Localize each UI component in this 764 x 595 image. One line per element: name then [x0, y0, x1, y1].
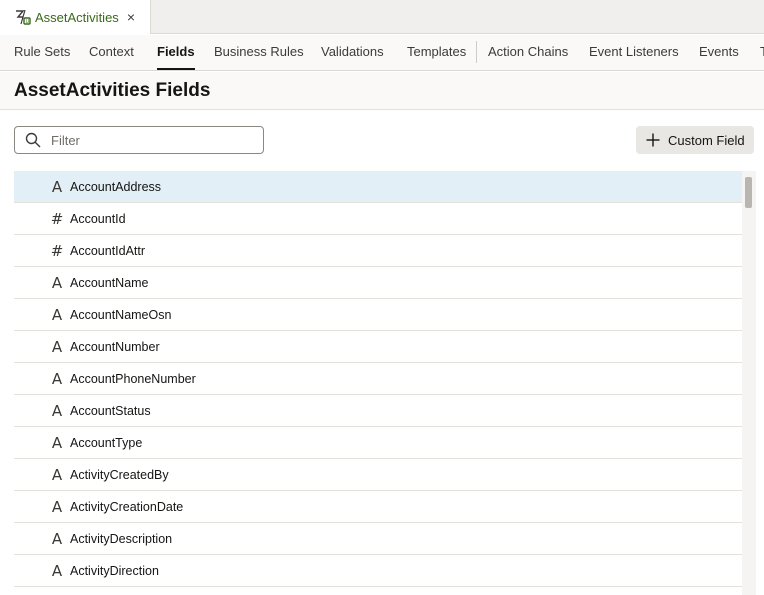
string-type-icon: A — [51, 337, 63, 356]
tab-templates[interactable]: Templates — [407, 35, 466, 70]
field-row[interactable]: A ActivityDescription — [14, 523, 742, 555]
field-name: ActivityDescription — [70, 531, 173, 546]
page-title: AssetActivities Fields — [14, 80, 211, 101]
custom-field-button[interactable]: Custom Field — [636, 126, 754, 154]
field-name: ActivityCreatedBy — [70, 467, 169, 482]
number-type-icon: # — [50, 241, 64, 260]
tab-events[interactable]: Events — [699, 35, 739, 70]
close-tab-icon[interactable]: × — [127, 10, 135, 24]
string-type-icon: A — [51, 273, 63, 292]
field-row[interactable]: A AccountAddress — [14, 171, 742, 203]
page-header: AssetActivities Fields — [0, 72, 764, 110]
filter-field[interactable] — [14, 126, 264, 154]
tab-event-listeners[interactable]: Event Listeners — [589, 35, 679, 70]
field-row[interactable]: # AccountIdAttr — [14, 235, 742, 267]
filter-input[interactable] — [51, 132, 251, 148]
tab-fields[interactable]: Fields — [157, 35, 195, 70]
field-row[interactable]: A AccountStatus — [14, 395, 742, 427]
tab-validations[interactable]: Validations — [321, 35, 384, 70]
string-type-icon: A — [51, 497, 63, 516]
tab-rule-sets[interactable]: Rule Sets — [14, 35, 70, 70]
field-row[interactable]: A AccountNameOsn — [14, 299, 742, 331]
plus-icon — [646, 133, 660, 147]
search-icon — [25, 132, 41, 148]
string-type-icon: A — [51, 369, 63, 388]
string-type-icon: A — [51, 529, 63, 548]
field-row[interactable]: A ActivityCreationDate — [14, 491, 742, 523]
fields-list: A AccountAddress # AccountId # AccountIdAtt… — [14, 171, 742, 595]
field-row[interactable]: # AccountId — [14, 203, 742, 235]
list-scrollbar[interactable] — [742, 171, 756, 595]
string-type-icon: A — [51, 465, 63, 484]
subnav-divider — [476, 41, 477, 63]
field-row[interactable]: A ActivityCreatedBy — [14, 459, 742, 491]
tab-action-chains[interactable]: Action Chains — [488, 35, 568, 70]
field-name: AccountNumber — [70, 339, 160, 354]
field-row[interactable]: A AccountName — [14, 267, 742, 299]
field-row[interactable]: A AccountPhoneNumber — [14, 363, 742, 395]
string-type-icon: A — [51, 305, 63, 324]
sub-navigation: Rule Sets Context Fields Business Rules … — [0, 35, 764, 71]
field-name: AccountName — [70, 275, 149, 290]
string-type-icon: A — [51, 433, 63, 452]
svg-text:U: U — [26, 19, 30, 25]
editor-tab-strip: U AssetActivities × — [0, 0, 764, 34]
custom-field-label: Custom Field — [668, 132, 745, 148]
field-name: AccountNameOsn — [70, 307, 172, 322]
editor-tab-label: AssetActivities — [35, 9, 119, 25]
field-name: AccountAddress — [70, 179, 162, 194]
field-row[interactable]: A ActivityDirection — [14, 555, 742, 587]
number-type-icon: # — [50, 209, 64, 228]
field-row[interactable]: A AccountType — [14, 427, 742, 459]
tab-context[interactable]: Context — [89, 35, 134, 70]
field-name: ActivityCreationDate — [70, 499, 184, 514]
field-name: AccountIdAttr — [70, 243, 146, 258]
field-name: ActivityDirection — [70, 563, 159, 578]
rules-icon: U — [16, 9, 31, 25]
field-name: AccountType — [70, 435, 143, 450]
string-type-icon: A — [51, 177, 63, 196]
field-name: AccountStatus — [70, 403, 151, 418]
editor-tab-assetactivities[interactable]: U AssetActivities × — [0, 0, 151, 34]
string-type-icon: A — [51, 561, 63, 580]
field-name: AccountId — [70, 211, 126, 226]
scrollbar-thumb[interactable] — [745, 177, 752, 208]
field-name: AccountPhoneNumber — [70, 371, 196, 386]
tab-business-rules[interactable]: Business Rules — [214, 35, 304, 70]
tab-overflow-t[interactable]: T — [760, 35, 764, 70]
field-row[interactable]: A AccountNumber — [14, 331, 742, 363]
string-type-icon: A — [51, 401, 63, 420]
